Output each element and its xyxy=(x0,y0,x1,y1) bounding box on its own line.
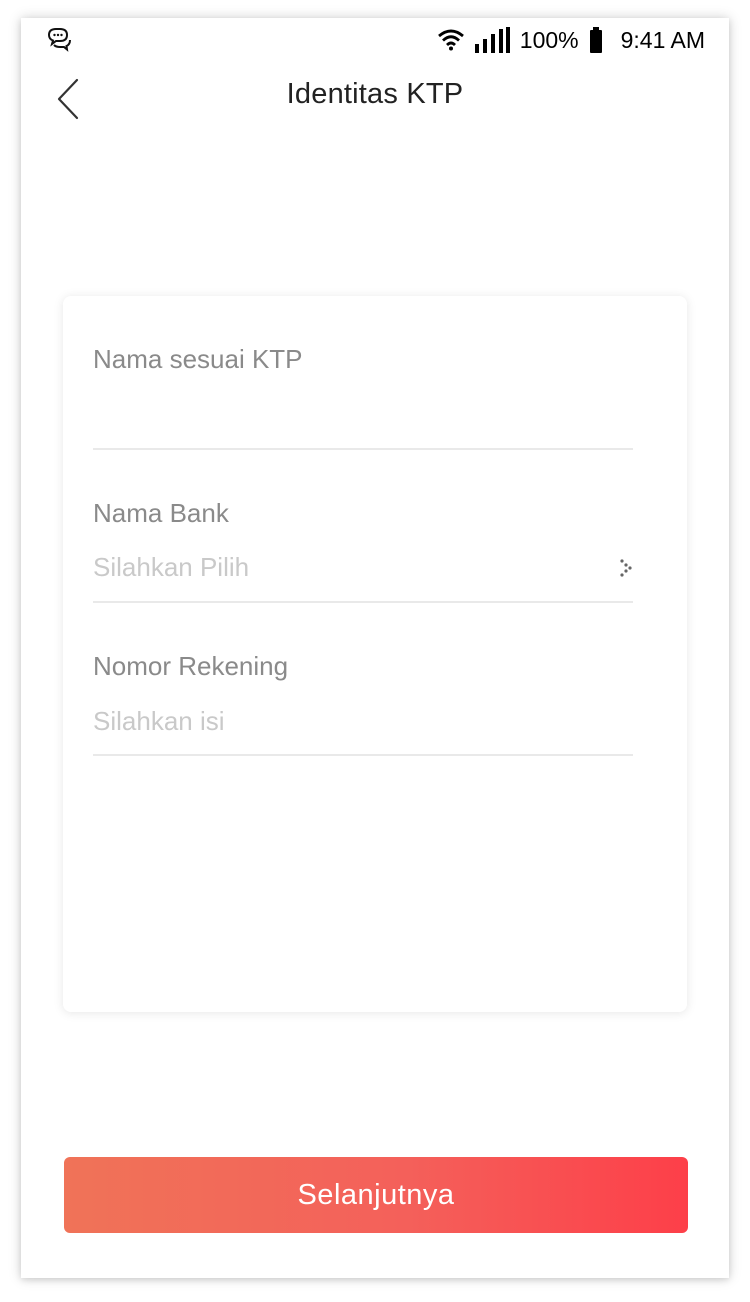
signal-icon xyxy=(474,27,510,53)
battery-percent: 100% xyxy=(519,26,579,53)
bank-name-select[interactable]: Silahkan Pilih xyxy=(93,552,573,583)
ktp-name-input[interactable] xyxy=(93,402,573,434)
account-number-label: Nomor Rekening xyxy=(93,651,289,681)
account-number-field[interactable]: Nomor Rekening xyxy=(93,651,633,756)
wifi-icon xyxy=(437,29,464,51)
battery-icon xyxy=(589,27,602,53)
status-indicators: 100% 9:41 AM xyxy=(437,24,705,56)
account-number-input[interactable] xyxy=(93,705,573,737)
clock-time: 9:41 AM xyxy=(620,26,705,53)
ktp-name-label: Nama sesuai KTP xyxy=(93,344,303,374)
dotted-chevron-right-icon xyxy=(620,559,632,577)
navigation-bar: Identitas KTP xyxy=(21,66,729,156)
app-frame: 100% 9:41 AM Identitas KTP Nama sesuai K… xyxy=(21,18,729,1278)
next-button[interactable]: Selanjutnya xyxy=(64,1157,688,1233)
identity-form-card: Nama sesuai KTP Nama Bank Silahkan Pilih… xyxy=(63,296,687,1012)
status-bar: 100% 9:41 AM xyxy=(21,18,729,62)
bank-name-label: Nama Bank xyxy=(93,498,229,528)
chat-bubble-icon xyxy=(47,28,71,52)
bank-name-field[interactable]: Nama Bank Silahkan Pilih xyxy=(93,498,633,603)
ktp-name-field[interactable]: Nama sesuai KTP xyxy=(93,344,633,450)
page-title: Identitas KTP xyxy=(286,78,464,110)
